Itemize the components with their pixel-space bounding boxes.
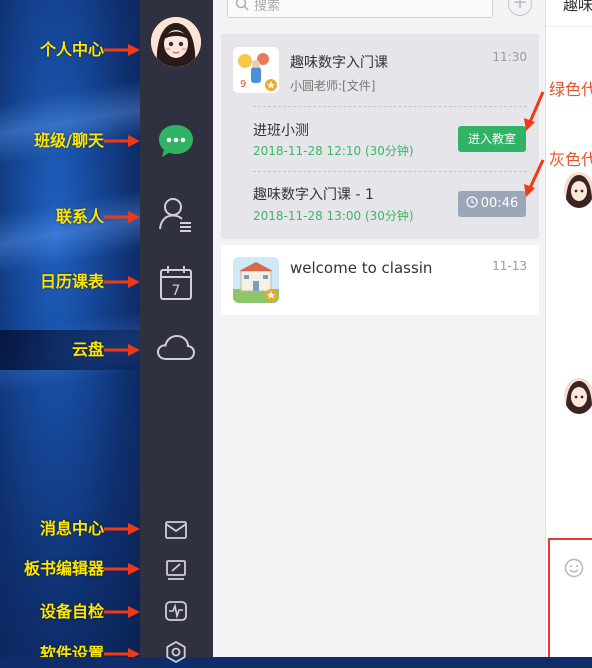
red-arrow-icon [104, 648, 140, 657]
search-input[interactable]: 搜索 [227, 0, 493, 18]
annotation-label: 软件设置 [39, 644, 104, 657]
gear-icon [166, 640, 186, 664]
conversation-list-panel: 搜索 + 9 趣味数字入门课 小圆老师:[文件] 11:30 进班小测 2018… [213, 0, 546, 657]
annotation-messages: 消息中心 [0, 517, 140, 541]
search-icon [235, 0, 249, 11]
red-arrow-icon [524, 159, 545, 197]
lesson-name: 进班小测 [253, 123, 309, 139]
red-arrow-icon [104, 523, 140, 535]
conversation-title: welcome to classin [290, 259, 433, 277]
lesson-name: 趣味数字入门课 - 1 [253, 187, 374, 203]
annotation-contacts: 联系人 [0, 205, 140, 229]
welcome-thumbnail [233, 257, 279, 303]
annotation-calendar: 日历课表 [0, 270, 140, 294]
annotation-label: 设备自检 [39, 602, 104, 621]
divider [253, 171, 527, 172]
course-image-icon: 9 [233, 47, 279, 93]
course-thumbnail: 9 [233, 47, 279, 93]
sidebar: 7 [140, 0, 213, 664]
sidebar-item-chat[interactable] [154, 119, 198, 163]
conversation-time: 11-13 [492, 259, 527, 273]
annotation-label: 板书编辑器 [23, 559, 104, 578]
annotation-chat: 班级/聊天 [0, 129, 140, 153]
annotation-board: 板书编辑器 [0, 557, 140, 581]
svg-text:9: 9 [240, 79, 246, 90]
red-arrow-icon [104, 135, 140, 147]
red-arrow-icon [104, 563, 140, 575]
chat-panel: 趣味 绿色代 灰色代 [546, 0, 592, 657]
annotation-settings: 软件设置 [0, 642, 140, 657]
pulse-icon [165, 601, 187, 621]
sidebar-item-settings[interactable] [160, 636, 192, 668]
annotation-label: 班级/聊天 [34, 131, 104, 150]
sidebar-item-contacts[interactable] [154, 192, 198, 236]
mail-icon [165, 521, 187, 539]
avatar[interactable] [151, 17, 201, 67]
sidebar-item-board[interactable] [160, 554, 192, 586]
message-input[interactable] [548, 538, 592, 657]
chat-bubble-icon [159, 125, 193, 157]
avatar-icon [151, 17, 201, 67]
calendar-icon: 7 [160, 266, 192, 300]
sidebar-item-cloud[interactable] [154, 326, 198, 370]
avatar-icon [565, 381, 592, 414]
red-arrow-icon [104, 344, 140, 356]
annotation-green-label: 绿色代 [549, 80, 592, 99]
clock-icon [466, 196, 478, 208]
red-arrow-icon [104, 44, 140, 56]
search-placeholder: 搜索 [254, 0, 281, 14]
avatar [564, 378, 592, 414]
avatar [564, 172, 592, 208]
annotation-profile: 个人中心 [0, 38, 140, 62]
conversation-title: 趣味数字入门课 [290, 55, 388, 71]
chat-title: 趣味 [563, 0, 592, 14]
annotation-cloud: 云盘 [0, 338, 140, 362]
conversation-time: 11:30 [492, 50, 527, 64]
annotation-label: 个人中心 [39, 40, 104, 59]
emoji-icon[interactable] [564, 558, 584, 578]
countdown-text: 00:46 [480, 196, 519, 211]
red-arrow-icon [104, 606, 140, 618]
desktop-background: 个人中心 班级/聊天 联系人 日历课表 云盘 消息中心 板书编辑器 设备自检 软… [0, 0, 140, 657]
red-arrow-icon [524, 91, 545, 131]
annotation-label: 消息中心 [39, 519, 104, 538]
add-button[interactable]: + [508, 0, 532, 16]
conversation-item-group[interactable]: 9 趣味数字入门课 小圆老师:[文件] 11:30 进班小测 2018-11-2… [221, 34, 539, 239]
board-editor-icon [166, 560, 186, 580]
red-arrow-icon [104, 276, 140, 288]
annotation-label: 云盘 [71, 340, 104, 359]
conversation-item-welcome[interactable]: welcome to classin 11-13 [221, 245, 539, 315]
contacts-icon [159, 198, 191, 232]
sidebar-item-device-check[interactable] [160, 595, 192, 627]
annotation-label: 联系人 [55, 207, 104, 226]
enter-classroom-button[interactable]: 进入教室 [458, 126, 526, 152]
annotation-device-check: 设备自检 [0, 600, 140, 624]
avatar-icon [565, 175, 592, 208]
conversation-preview: 小圆老师:[文件] [290, 79, 376, 93]
lesson-time: 2018-11-28 13:00 (30分钟) [253, 209, 414, 223]
divider [546, 26, 592, 27]
school-building-icon [233, 257, 279, 303]
cloud-icon [156, 334, 196, 360]
lesson-time: 2018-11-28 12:10 (30分钟) [253, 144, 414, 158]
divider [253, 106, 527, 107]
sidebar-item-messages[interactable] [160, 514, 192, 546]
red-arrow-icon [104, 211, 140, 223]
calendar-day: 7 [172, 283, 181, 299]
annotation-gray-label: 灰色代 [549, 150, 592, 169]
countdown-button[interactable]: 00:46 [458, 191, 526, 217]
sidebar-item-calendar[interactable]: 7 [154, 261, 198, 305]
annotation-label: 日历课表 [39, 272, 104, 291]
